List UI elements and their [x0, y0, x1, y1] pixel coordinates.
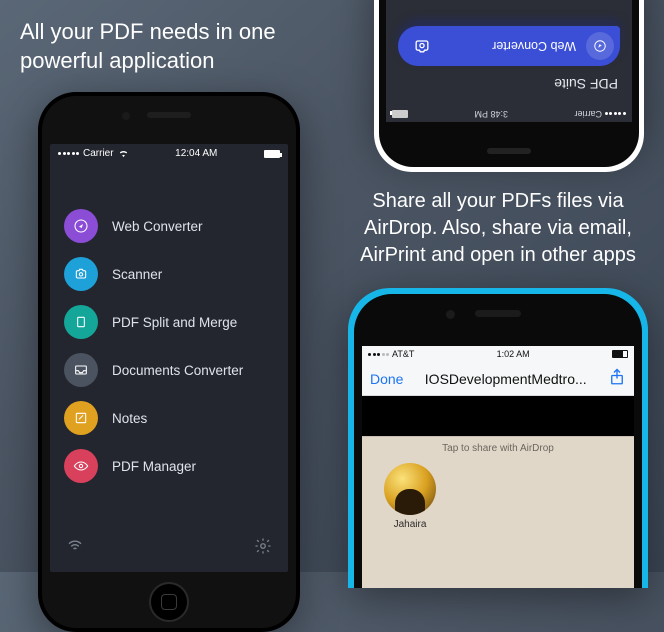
- menu-item-label: PDF Manager: [112, 459, 196, 474]
- status-right: [264, 150, 280, 158]
- status-bar: Carrier 3:48 PM: [386, 106, 632, 122]
- contact-name: Jahaira: [384, 519, 436, 530]
- airdrop-banner-web-converter[interactable]: Web Converter: [398, 26, 620, 66]
- banner-label: Web Converter: [492, 39, 576, 53]
- nav-title: IOSDevelopmentMedtro...: [403, 371, 608, 387]
- signal-icon: [368, 353, 389, 356]
- signal-icon: [605, 113, 626, 116]
- phone-screen: Carrier 3:48 PM PDF Suite Web Converter: [386, 0, 632, 122]
- menu-item-label: Web Converter: [112, 219, 203, 234]
- airdrop-share-sheet: Tap to share with AirDrop Jahaira: [362, 436, 634, 588]
- signal-icon: [58, 152, 79, 155]
- status-time: 1:02 AM: [497, 349, 530, 359]
- phone-mockup-left: Carrier 12:04 AM Web Converter Scanner: [38, 92, 300, 632]
- wifi-icon: [118, 148, 129, 159]
- menu-item-label: PDF Split and Merge: [112, 315, 237, 330]
- bottom-toolbar: [50, 527, 288, 572]
- avatar: [384, 463, 436, 515]
- status-time: 12:04 AM: [175, 148, 217, 159]
- menu-item-web-converter[interactable]: Web Converter: [64, 209, 274, 243]
- status-time: 3:48 PM: [474, 109, 508, 119]
- camera-icon: [412, 36, 432, 56]
- airdrop-contact[interactable]: Jahaira: [384, 463, 436, 530]
- eye-icon: [64, 449, 98, 483]
- status-bar: AT&T 1:02 AM: [362, 346, 634, 362]
- carrier-label: Carrier: [83, 148, 114, 159]
- phone-mockup-top-right: Carrier 3:48 PM PDF Suite Web Converter: [374, 0, 644, 172]
- main-menu: Web Converter Scanner PDF Split and Merg…: [50, 163, 288, 527]
- status-bar: Carrier 12:04 AM: [50, 144, 288, 163]
- inbox-icon: [64, 353, 98, 387]
- compass-icon: [586, 32, 614, 60]
- home-button[interactable]: [149, 582, 189, 622]
- camera-icon: [64, 257, 98, 291]
- edit-icon: [64, 401, 98, 435]
- done-button[interactable]: Done: [370, 371, 403, 387]
- menu-item-split-merge[interactable]: PDF Split and Merge: [64, 305, 274, 339]
- phone-screen: Carrier 12:04 AM Web Converter Scanner: [50, 144, 288, 572]
- battery-icon: [392, 110, 408, 118]
- marketing-heading-left: All your PDF needs in one powerful appli…: [20, 18, 310, 75]
- battery-icon: [612, 350, 628, 358]
- menu-item-label: Notes: [112, 411, 147, 426]
- phone-front-camera: [446, 310, 455, 319]
- share-sheet-label: Tap to share with AirDrop: [362, 437, 634, 458]
- document-preview: [362, 396, 634, 436]
- phone-speaker: [487, 148, 531, 154]
- phone-speaker: [475, 310, 521, 317]
- document-icon: [64, 305, 98, 339]
- phone-front-camera: [122, 112, 130, 120]
- compass-icon: [64, 209, 98, 243]
- nav-bar: Done IOSDevelopmentMedtro...: [362, 362, 634, 396]
- phone-speaker: [147, 112, 191, 118]
- screen-title: PDF Suite: [386, 66, 632, 106]
- phone-mockup-bottom-right: AT&T 1:02 AM Done IOSDevelopmentMedtro..…: [348, 288, 648, 588]
- wifi-transfer-icon[interactable]: [66, 537, 84, 560]
- settings-icon[interactable]: [254, 537, 272, 560]
- menu-item-docs-converter[interactable]: Documents Converter: [64, 353, 274, 387]
- battery-icon: [264, 150, 280, 158]
- menu-item-label: Documents Converter: [112, 363, 243, 378]
- marketing-heading-right: Share all your PDFs files via AirDrop. A…: [348, 188, 648, 269]
- menu-item-notes[interactable]: Notes: [64, 401, 274, 435]
- carrier-label: Carrier: [574, 109, 602, 119]
- menu-item-scanner[interactable]: Scanner: [64, 257, 274, 291]
- share-icon[interactable]: [608, 368, 626, 389]
- menu-item-label: Scanner: [112, 267, 162, 282]
- carrier-label: AT&T: [392, 349, 414, 359]
- status-left: Carrier: [58, 148, 129, 159]
- phone-screen: AT&T 1:02 AM Done IOSDevelopmentMedtro..…: [362, 346, 634, 588]
- menu-item-pdf-manager[interactable]: PDF Manager: [64, 449, 274, 483]
